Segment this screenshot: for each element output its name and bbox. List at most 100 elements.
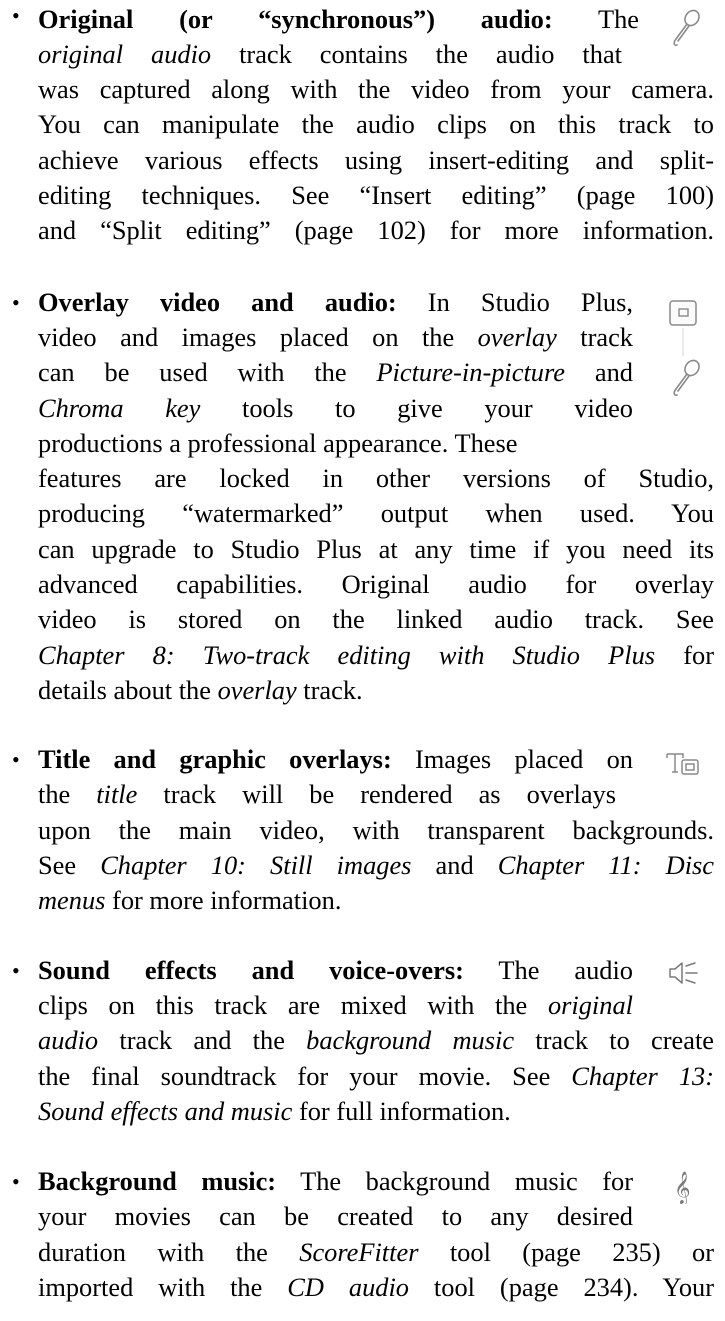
text-line: productions a professional appearance. T… bbox=[38, 428, 633, 459]
text-line: and “Split editing” (page 102) for more … bbox=[38, 215, 714, 246]
text-line: audio track and the background music tra… bbox=[38, 1025, 714, 1056]
bullet: • bbox=[12, 290, 20, 315]
text-line: duration with the ScoreFitter tool (page… bbox=[38, 1237, 714, 1268]
text-line: video and images placed on the overlay t… bbox=[38, 322, 633, 353]
italic-term: overlay bbox=[477, 322, 557, 352]
italic-term: Sound effects and music bbox=[38, 1096, 293, 1126]
text-line: Sound effects and music for full informa… bbox=[38, 1096, 714, 1127]
text-run: See bbox=[38, 850, 101, 880]
italic-term: original audio bbox=[38, 39, 212, 69]
bullet: • bbox=[12, 1169, 20, 1194]
text-run: the bbox=[38, 779, 97, 809]
text-run: can be used with the bbox=[38, 357, 377, 387]
text-run: productions a professional appearance. T… bbox=[38, 428, 518, 458]
text-run: The audio bbox=[463, 955, 633, 985]
text-run: The bbox=[552, 4, 639, 34]
text-run: editing techniques. See “Insert editing”… bbox=[38, 180, 714, 210]
text-run: video is stored on the linked audio trac… bbox=[38, 604, 714, 634]
text-run: was captured along with the video from y… bbox=[38, 74, 714, 104]
bullet: • bbox=[12, 747, 20, 772]
svg-text:𝄞: 𝄞 bbox=[674, 1171, 691, 1204]
treble-clef-icon: 𝄞 bbox=[670, 1168, 700, 1204]
italic-term: CD audio bbox=[287, 1272, 409, 1302]
text-line: can upgrade to Studio Plus at any time i… bbox=[38, 534, 714, 565]
text-run: video and images placed on the bbox=[38, 322, 478, 352]
text-line: your movies can be created to any desire… bbox=[38, 1201, 633, 1232]
text-run: for full information. bbox=[292, 1096, 511, 1126]
text-line: the title track will be rendered as over… bbox=[38, 779, 616, 810]
speaker-icon bbox=[666, 958, 702, 988]
text-run: advanced capabilities. Original audio fo… bbox=[38, 569, 714, 599]
text-run: achieve various effects using insert-edi… bbox=[38, 145, 714, 175]
text-line: original audio track contains the audio … bbox=[38, 39, 622, 70]
text-run: track contains the audio that bbox=[211, 39, 623, 69]
text-run: producing “watermarked” output when used… bbox=[38, 498, 714, 528]
italic-term: menus bbox=[38, 885, 106, 915]
text-run: track. bbox=[296, 675, 363, 705]
italic-term: ScoreFitter bbox=[299, 1237, 419, 1267]
item-heading: Background music: bbox=[38, 1166, 277, 1196]
text-run: and bbox=[411, 850, 498, 880]
item-heading: Original (or “synchronous”) audio: bbox=[38, 4, 553, 34]
text-run: track to create bbox=[514, 1025, 714, 1055]
text-line: advanced capabilities. Original audio fo… bbox=[38, 569, 714, 600]
text-run: track and the bbox=[98, 1025, 307, 1055]
text-line: Original (or “synchronous”) audio: The bbox=[38, 4, 639, 35]
text-run: can upgrade to Studio Plus at any time i… bbox=[38, 534, 714, 564]
text-run: details about the bbox=[38, 675, 218, 705]
italic-term: Chroma key bbox=[38, 393, 201, 423]
text-line: video is stored on the linked audio trac… bbox=[38, 604, 714, 635]
text-run: and bbox=[565, 357, 633, 387]
italic-term: overlay bbox=[217, 675, 297, 705]
italic-term: Chapter 8: Two-track editing with Studio… bbox=[38, 640, 656, 670]
text-run: the final soundtrack for your movie. See bbox=[38, 1061, 572, 1091]
text-run: Images placed on bbox=[391, 744, 633, 774]
italic-term: original bbox=[547, 990, 633, 1020]
text-run: clips on this track are mixed with the bbox=[38, 990, 548, 1020]
text-run: your movies can be created to any desire… bbox=[38, 1201, 633, 1231]
text-line: editing techniques. See “Insert editing”… bbox=[38, 180, 714, 211]
text-line: menus for more information. bbox=[38, 885, 714, 916]
text-run: upon the main video, with transparent ba… bbox=[38, 815, 714, 845]
italic-term: title bbox=[96, 779, 138, 809]
text-run: imported with the bbox=[38, 1272, 288, 1302]
text-line: You can manipulate the audio clips on th… bbox=[38, 109, 714, 140]
item-heading: Title and graphic overlays: bbox=[38, 744, 392, 774]
italic-term: Chapter 13: bbox=[571, 1061, 714, 1091]
italic-term: Chapter 11: Disc bbox=[497, 850, 715, 880]
italic-term: Chapter 10: Still images bbox=[100, 850, 412, 880]
bullet: • bbox=[12, 958, 20, 983]
item-heading: Sound effects and voice-overs: bbox=[38, 955, 464, 985]
document-page: • Original (or “synchronous”) audio: The… bbox=[0, 0, 725, 1321]
text-run: for more information. bbox=[105, 885, 342, 915]
text-line: clips on this track are mixed with the o… bbox=[38, 990, 633, 1021]
text-line: upon the main video, with transparent ba… bbox=[38, 815, 714, 846]
text-run: You can manipulate the audio clips on th… bbox=[38, 109, 714, 139]
text-line: Background music: The background music f… bbox=[38, 1166, 633, 1197]
bullet: • bbox=[12, 3, 20, 28]
text-run: tool (page 234). Your bbox=[408, 1272, 714, 1302]
italic-term: audio bbox=[38, 1025, 99, 1055]
text-run: duration with the bbox=[38, 1237, 300, 1267]
microphone-icon bbox=[668, 8, 702, 48]
text-run: The background music for bbox=[276, 1166, 633, 1196]
text-line: features are locked in other versions of… bbox=[38, 463, 714, 494]
text-run: tool (page 235) or bbox=[418, 1237, 714, 1267]
text-line: See Chapter 10: Still images and Chapter… bbox=[38, 850, 714, 881]
text-line: Overlay video and audio: In Studio Plus, bbox=[38, 287, 633, 318]
text-line: achieve various effects using insert-edi… bbox=[38, 145, 714, 176]
text-run: and “Split editing” (page 102) for more … bbox=[38, 215, 714, 245]
microphone-icon bbox=[668, 358, 702, 398]
text-line: imported with the CD audio tool (page 23… bbox=[38, 1272, 714, 1303]
text-run: tools to give your video bbox=[200, 393, 633, 423]
text-line: producing “watermarked” output when used… bbox=[38, 498, 714, 529]
text-run: features are locked in other versions of… bbox=[38, 463, 714, 493]
text-line: Title and graphic overlays: Images place… bbox=[38, 744, 633, 775]
text-line: details about the overlay track. bbox=[38, 675, 714, 706]
text-line: the final soundtrack for your movie. See… bbox=[38, 1061, 714, 1092]
text-line: Chapter 8: Two-track editing with Studio… bbox=[38, 640, 714, 671]
italic-term: Picture-in-picture bbox=[376, 357, 566, 387]
title-track-icon bbox=[664, 750, 704, 778]
item-heading: Overlay video and audio: bbox=[38, 287, 397, 317]
italic-term: background music bbox=[306, 1025, 515, 1055]
